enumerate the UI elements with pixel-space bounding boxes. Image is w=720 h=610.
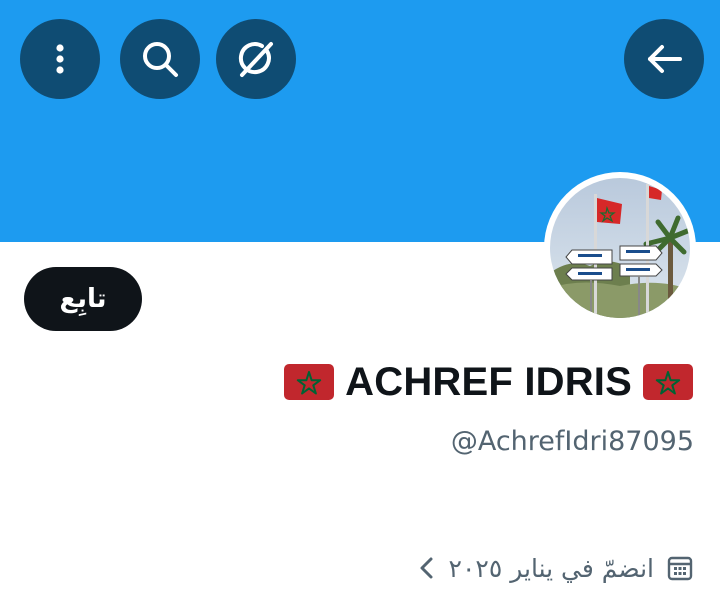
user-handle: @AchrefIdri87095: [450, 426, 694, 457]
joined-date-row[interactable]: انضمّ في يناير ٢٠٢٥: [415, 548, 694, 588]
search-button[interactable]: [120, 19, 200, 99]
display-name: ACHREF IDRIS: [345, 359, 632, 404]
display-name-row: ACHREF IDRIS: [283, 352, 694, 412]
vertical-dots-icon: [56, 44, 64, 74]
follow-button[interactable]: تابِع: [24, 267, 142, 331]
morocco-flag-icon: [643, 364, 693, 400]
search-icon: [143, 42, 178, 77]
avatar-photo: [550, 178, 690, 318]
chevron-left-icon: [420, 557, 433, 579]
grok-icon: [238, 42, 273, 77]
avatar-image: [550, 178, 690, 318]
joined-date: انضمّ في يناير ٢٠٢٥: [448, 553, 654, 583]
follow-button-label: تابِع: [59, 284, 107, 314]
arrow-left-icon: [648, 45, 682, 73]
grok-button[interactable]: [216, 19, 296, 99]
calendar-icon: [667, 556, 693, 581]
back-button[interactable]: [624, 19, 704, 99]
more-options-button[interactable]: [20, 19, 100, 99]
avatar[interactable]: [544, 172, 696, 324]
morocco-flag-icon: [284, 364, 335, 400]
